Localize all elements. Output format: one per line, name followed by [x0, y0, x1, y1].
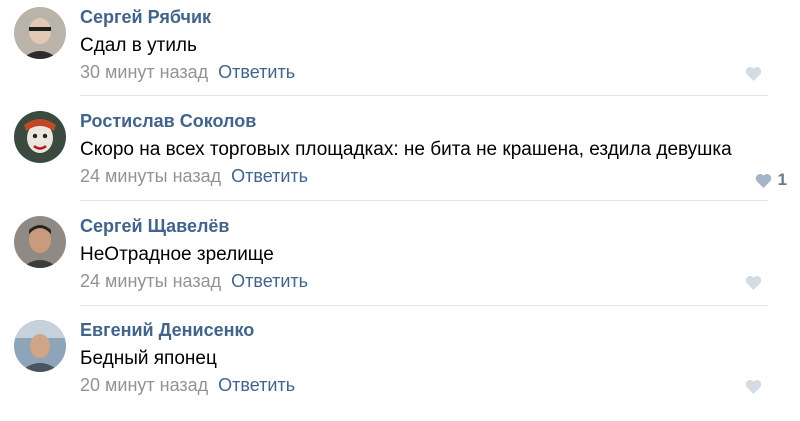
heart-icon [745, 380, 762, 394]
reply-button[interactable]: Ответить [231, 166, 308, 186]
like-button[interactable]: 1 [755, 170, 787, 190]
like-count: 1 [777, 170, 787, 189]
comment-meta: 24 минуты назад Ответить [80, 271, 308, 292]
comment-author[interactable]: Ростислав Соколов [80, 111, 256, 132]
comment-text: НеОтрадное зрелище [80, 244, 274, 265]
reply-button[interactable]: Ответить [231, 271, 308, 291]
like-button[interactable] [745, 379, 768, 394]
avatar[interactable] [14, 7, 66, 59]
heart-icon [745, 67, 762, 81]
comment: Евгений Денисенко Бедный японец 20 минут… [0, 317, 800, 421]
heart-icon [745, 276, 762, 290]
comment-time[interactable]: 20 минут назад [80, 375, 208, 395]
avatar[interactable] [14, 216, 66, 268]
comment: Сергей Рябчик Сдал в утиль 30 минут наза… [0, 4, 800, 108]
reply-button[interactable]: Ответить [218, 62, 295, 82]
comment: Ростислав Соколов Скоро на всех торговых… [0, 108, 800, 212]
reply-button[interactable]: Ответить [218, 375, 295, 395]
divider [80, 305, 768, 306]
comment-author[interactable]: Сергей Рябчик [80, 7, 211, 28]
comment-author[interactable]: Сергей Щавелёв [80, 216, 230, 237]
like-button[interactable] [745, 66, 768, 81]
comment-text: Скоро на всех торговых площадках: не бит… [80, 139, 732, 160]
comment-meta: 30 минут назад Ответить [80, 62, 295, 83]
comment-text: Сдал в утиль [80, 35, 197, 56]
comment: Сергей Щавелёв НеОтрадное зрелище 24 мин… [0, 213, 800, 317]
comment-time[interactable]: 24 минуты назад [80, 271, 221, 291]
divider [80, 95, 768, 96]
avatar[interactable] [14, 111, 66, 163]
heart-icon [755, 173, 771, 188]
avatar[interactable] [14, 320, 66, 372]
comment-meta: 24 минуты назад Ответить [80, 166, 308, 187]
comment-time[interactable]: 30 минут назад [80, 62, 208, 82]
comment-time[interactable]: 24 минуты назад [80, 166, 221, 186]
comment-text: Бедный японец [80, 348, 217, 369]
divider [80, 200, 768, 201]
comment-meta: 20 минут назад Ответить [80, 375, 295, 396]
like-button[interactable] [745, 275, 768, 290]
comment-author[interactable]: Евгений Денисенко [80, 320, 254, 341]
